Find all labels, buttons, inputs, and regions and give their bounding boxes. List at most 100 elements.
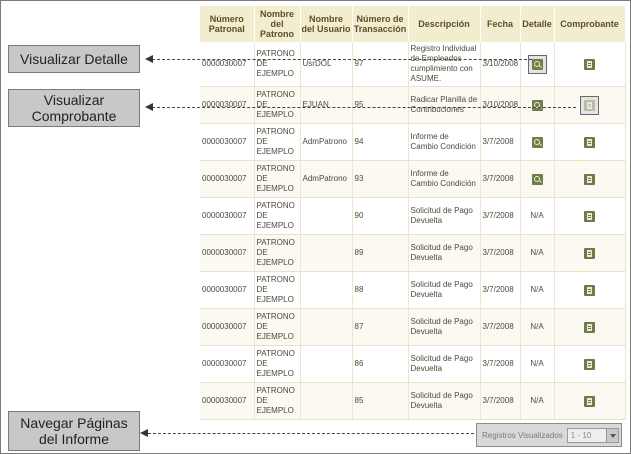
cell-patronal: 0000030007 xyxy=(200,197,255,235)
header-transaccion[interactable]: Número de Transacción xyxy=(352,6,409,42)
cell-patrono: PATRONO DE EJEMPLO xyxy=(254,234,301,272)
cell-patrono: PATRONO DE EJEMPLO xyxy=(254,160,301,198)
receipt-button-highlight[interactable] xyxy=(580,95,599,115)
table-row: 0000030007 PATRONO DE EJEMPLO 87 Solicit… xyxy=(200,308,626,346)
cell-descripcion: Solicitud de Pago Devuelta xyxy=(408,308,481,346)
cell-detalle: N/A xyxy=(520,308,555,346)
magnifier-icon[interactable] xyxy=(531,173,543,185)
cell-comprobante xyxy=(554,86,626,124)
callout-paginas-connector xyxy=(148,433,474,434)
header-fecha[interactable]: Fecha xyxy=(480,6,521,42)
table-row: 0000030007 PATRONO DE EJEMPLO AdmPatrono… xyxy=(200,160,626,198)
receipt-icon[interactable] xyxy=(584,395,595,407)
cell-transaccion: 85 xyxy=(352,382,409,420)
cell-transaccion: 93 xyxy=(352,160,409,198)
receipt-icon[interactable] xyxy=(584,321,595,333)
cell-patronal: 0000030007 xyxy=(200,308,255,346)
cell-fecha: 3/7/2008 xyxy=(480,123,521,161)
table-header-row: Número Patronal Nombre del Patrono Nombr… xyxy=(200,6,626,42)
cell-transaccion: 86 xyxy=(352,345,409,383)
callout-paginas-line1: Navegar Páginas xyxy=(20,415,128,431)
table-row: 0000030007 PATRONO DE EJEMPLO 85 Solicit… xyxy=(200,382,626,420)
cell-comprobante xyxy=(554,234,626,272)
cell-fecha: 3/10/2008 xyxy=(480,42,521,87)
cell-detalle xyxy=(520,123,555,161)
chevron-down-icon[interactable] xyxy=(605,428,618,442)
cell-usuario xyxy=(300,271,353,309)
cell-usuario: EJUAN xyxy=(300,86,353,124)
cell-patronal: 0000030007 xyxy=(200,345,255,383)
cell-comprobante xyxy=(554,345,626,383)
cell-descripcion: Solicitud de Pago Devuelta xyxy=(408,197,481,235)
callout-comprobante-line2: Comprobante xyxy=(31,108,117,124)
cell-descripcion: Informe de Cambio Condición xyxy=(408,123,481,161)
records-pager: Registros Visualizados 1 - 10 xyxy=(476,423,622,447)
cell-usuario xyxy=(300,382,353,420)
cell-patrono: PATRONO DE EJEMPLO xyxy=(254,345,301,383)
cell-usuario: AdmPatrono xyxy=(300,123,353,161)
records-range-value: 1 - 10 xyxy=(570,430,592,440)
arrow-left-icon xyxy=(140,429,148,437)
cell-descripcion: Solicitud de Pago Devuelta xyxy=(408,234,481,272)
cell-fecha: 3/10/2008 xyxy=(480,86,521,124)
cell-detalle: N/A xyxy=(520,234,555,272)
header-descripcion[interactable]: Descripción xyxy=(408,6,481,42)
table-row: 0000030007 PATRONO DE EJEMPLO 86 Solicit… xyxy=(200,345,626,383)
callout-visualizar-comprobante: Visualizar Comprobante xyxy=(8,89,140,127)
cell-patrono: PATRONO DE EJEMPLO xyxy=(254,197,301,235)
magnifier-icon[interactable] xyxy=(531,58,543,70)
header-comprobante[interactable]: Comprobante xyxy=(554,6,626,42)
cell-patrono: PATRONO DE EJEMPLO xyxy=(254,308,301,346)
cell-fecha: 3/7/2008 xyxy=(480,271,521,309)
table-row: 0000030007 PATRONO DE EJEMPLO EJUAN 95 R… xyxy=(200,86,626,124)
receipt-icon[interactable] xyxy=(584,173,595,185)
receipt-icon[interactable] xyxy=(584,136,595,148)
cell-patrono: PATRONO DE EJEMPLO xyxy=(254,271,301,309)
receipt-icon[interactable] xyxy=(584,99,595,111)
cell-patrono: PATRONO DE EJEMPLO xyxy=(254,382,301,420)
receipt-icon[interactable] xyxy=(584,284,595,296)
cell-transaccion: 88 xyxy=(352,271,409,309)
cell-patronal: 0000030007 xyxy=(200,382,255,420)
cell-transaccion: 89 xyxy=(352,234,409,272)
detail-button-highlight[interactable] xyxy=(527,54,547,74)
cell-fecha: 3/7/2008 xyxy=(480,234,521,272)
receipt-icon[interactable] xyxy=(584,58,595,70)
cell-detalle xyxy=(520,42,555,87)
cell-descripcion: Radicar Planilla de Contribuciones xyxy=(408,86,481,124)
cell-descripcion: Solicitud de Pago Devuelta xyxy=(408,345,481,383)
header-patronal[interactable]: Número Patronal xyxy=(200,6,255,42)
records-range-select[interactable]: 1 - 10 xyxy=(566,427,619,443)
magnifier-icon[interactable] xyxy=(531,136,543,148)
cell-usuario xyxy=(300,234,353,272)
transactions-table: Número Patronal Nombre del Patrono Nombr… xyxy=(200,6,626,420)
cell-detalle: N/A xyxy=(520,345,555,383)
receipt-icon[interactable] xyxy=(584,247,595,259)
cell-usuario xyxy=(300,308,353,346)
receipt-icon[interactable] xyxy=(584,358,595,370)
cell-descripcion: Informe de Cambio Condición xyxy=(408,160,481,198)
cell-comprobante xyxy=(554,160,626,198)
cell-descripcion: Solicitud de Pago Devuelta xyxy=(408,271,481,309)
callout-detalle-text: Visualizar Detalle xyxy=(20,51,128,67)
cell-patrono: PATRONO DE EJEMPLO xyxy=(254,123,301,161)
cell-fecha: 3/7/2008 xyxy=(480,160,521,198)
cell-detalle: N/A xyxy=(520,382,555,420)
cell-fecha: 3/7/2008 xyxy=(480,197,521,235)
header-usuario[interactable]: Nombre del Usuario xyxy=(300,6,353,42)
cell-fecha: 3/7/2008 xyxy=(480,382,521,420)
receipt-icon[interactable] xyxy=(584,210,595,222)
cell-comprobante xyxy=(554,308,626,346)
cell-patronal: 0000030007 xyxy=(200,234,255,272)
callout-detalle-connector xyxy=(152,59,532,60)
header-patrono[interactable]: Nombre del Patrono xyxy=(254,6,301,42)
cell-fecha: 3/7/2008 xyxy=(480,345,521,383)
cell-patronal: 0000030007 xyxy=(200,42,255,87)
callout-comprobante-line1: Visualizar xyxy=(43,92,105,108)
arrow-left-icon xyxy=(145,55,153,63)
header-detalle[interactable]: Detalle xyxy=(520,6,555,42)
cell-transaccion: 97 xyxy=(352,42,409,87)
cell-comprobante xyxy=(554,271,626,309)
magnifier-icon[interactable] xyxy=(531,99,543,111)
cell-detalle xyxy=(520,160,555,198)
